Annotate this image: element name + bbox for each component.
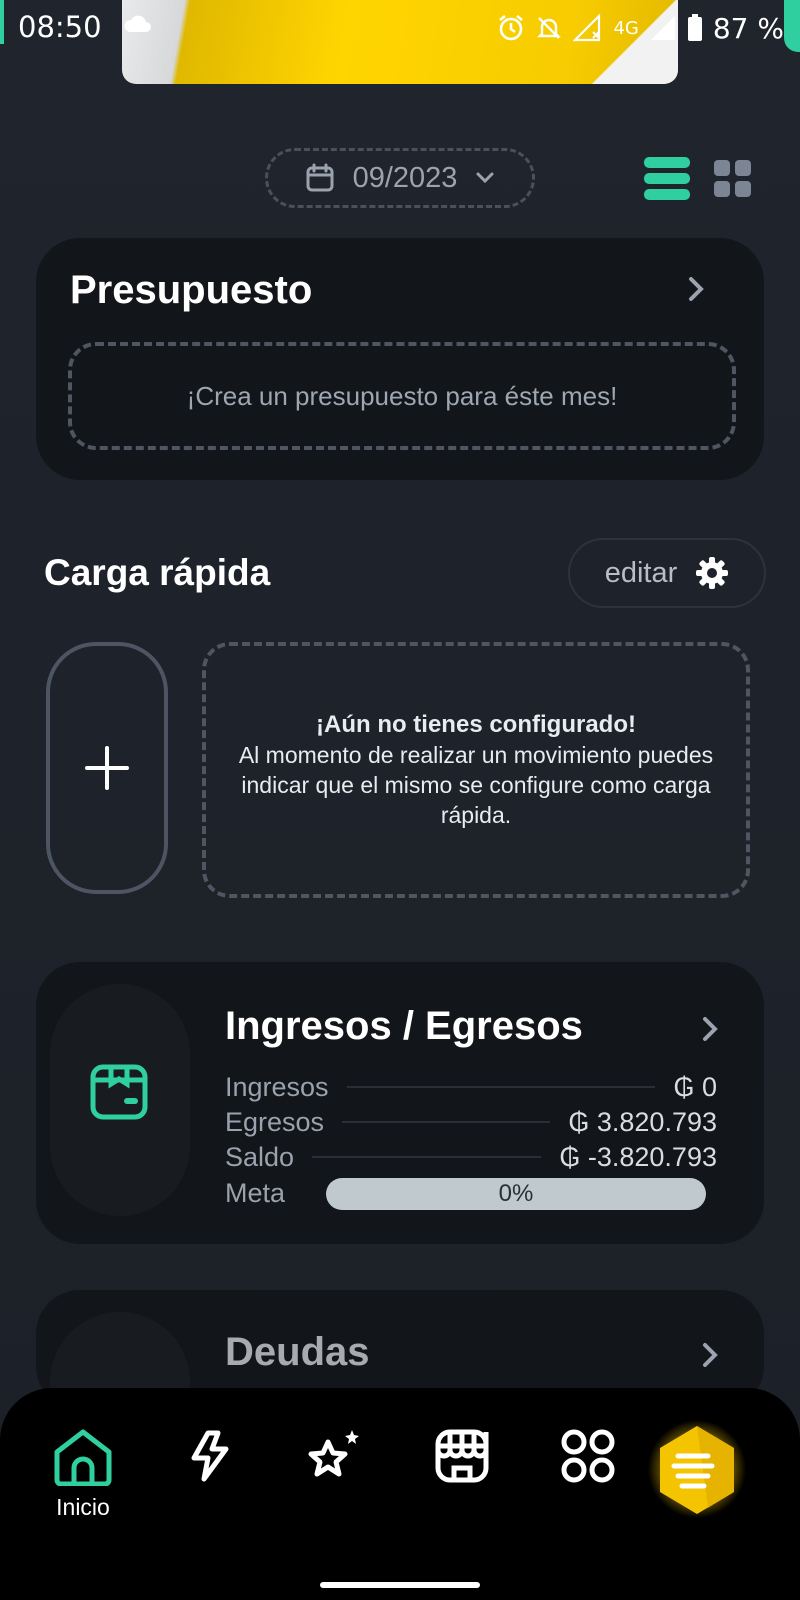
goal-progress-bar: 0% (326, 1178, 706, 1210)
balance-row: Saldo ₲ -3.820.793 (225, 1140, 717, 1174)
nav-home[interactable]: Inicio (52, 1428, 114, 1521)
cloud-icon (124, 15, 151, 32)
chevron-right-icon (703, 1017, 718, 1041)
create-budget-label: ¡Crea un presupuesto para éste mes! (186, 380, 618, 411)
wallet-icon (90, 1064, 148, 1120)
chevron-down-icon (476, 172, 494, 184)
quick-load-empty-state: ¡Aún no tienes configurado! Al momento d… (202, 642, 750, 898)
chevron-right-icon (703, 1343, 718, 1367)
home-indicator[interactable] (320, 1582, 480, 1588)
grid-view-icon[interactable] (714, 160, 752, 198)
status-edge-accent-right (784, 0, 800, 52)
balance-label: Saldo (225, 1141, 295, 1172)
nav-home-label: Inicio (56, 1494, 110, 1520)
home-icon (54, 1429, 112, 1486)
nav-quick[interactable] (188, 1430, 232, 1482)
expense-row: Egresos ₲ 3.820.793 (225, 1105, 717, 1139)
expense-label: Egresos (225, 1106, 325, 1137)
signal-strength-icon (650, 16, 675, 40)
income-expense-card[interactable]: Ingresos / Egresos Ingresos ₲ 0 Egresos … (36, 962, 764, 1244)
expense-value: ₲ 3.820.793 (568, 1106, 717, 1137)
edit-label: editar (604, 556, 678, 589)
row-divider (312, 1156, 542, 1158)
selected-month: 09/2023 (352, 161, 458, 194)
status-edge-accent (0, 0, 4, 44)
battery-icon (687, 14, 702, 41)
network-type: 4G (613, 17, 639, 39)
quick-load-title: Carga rápida (44, 552, 271, 593)
income-value: ₲ 0 (673, 1071, 717, 1102)
balance-value: ₲ -3.820.793 (559, 1141, 717, 1172)
income-row: Ingresos ₲ 0 (225, 1070, 717, 1104)
coins-icon[interactable] (648, 1420, 746, 1518)
quick-load-empty-title: ¡Aún no tienes configurado! (316, 711, 636, 738)
bolt-icon (191, 1430, 229, 1482)
goal-label: Meta (225, 1177, 286, 1208)
battery-percentage: 87 % (712, 11, 784, 45)
nav-store[interactable] (434, 1428, 490, 1484)
stars-icon (308, 1430, 359, 1477)
signal-icon (573, 14, 601, 42)
budget-card[interactable]: Presupuesto ¡Crea un presupuesto para és… (36, 238, 764, 480)
apps-icon (561, 1429, 615, 1483)
calendar-icon (306, 163, 334, 192)
row-divider (346, 1086, 656, 1088)
gear-icon (696, 557, 729, 589)
status-bar: 08:50 4G 87 % (0, 0, 800, 84)
status-icons: 4G 87 % (497, 8, 784, 48)
goal-row: Meta (225, 1176, 325, 1210)
month-selector[interactable]: 09/2023 (265, 148, 535, 208)
notifications-off-icon (537, 17, 562, 39)
row-divider (342, 1121, 551, 1123)
nav-apps[interactable] (560, 1428, 616, 1484)
add-quick-load-button[interactable] (46, 642, 168, 894)
quick-load-empty-body: Al momento de realizar un movimiento pue… (238, 742, 714, 828)
nav-favorites[interactable] (306, 1428, 364, 1482)
chevron-right-icon (689, 277, 704, 301)
goal-progress-value: 0% (498, 1180, 534, 1207)
income-expense-title: Ingresos / Egresos (225, 1004, 583, 1048)
status-time: 08:50 (18, 10, 102, 44)
plus-icon (85, 746, 129, 790)
list-view-icon[interactable] (644, 156, 690, 202)
debts-title: Deudas (225, 1330, 370, 1374)
edit-quick-load-button[interactable]: editar (568, 538, 766, 608)
store-icon (435, 1429, 489, 1483)
create-budget-button[interactable]: ¡Crea un presupuesto para éste mes! (68, 342, 736, 450)
income-label: Ingresos (225, 1071, 329, 1102)
alarm-icon (499, 14, 524, 41)
budget-title: Presupuesto (70, 268, 313, 312)
